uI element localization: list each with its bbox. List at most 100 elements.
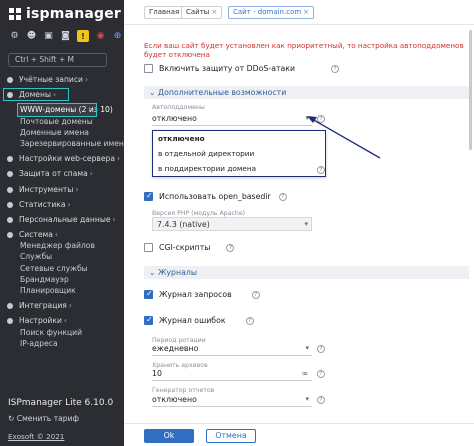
ispmanager-logo-icon	[8, 7, 22, 21]
cgi-row: CGI-скрипты ?	[144, 243, 235, 252]
function-search-input[interactable]: Ctrl + Shift + M	[8, 53, 107, 67]
autosub-select[interactable]: отключено ▾	[152, 112, 312, 126]
option-separate-dir[interactable]: в отдельной директории	[153, 146, 325, 161]
infinity-icon[interactable]: ∞	[302, 367, 309, 380]
sidebar-item-network-services[interactable]: Сетевые службы	[0, 263, 124, 274]
section-extra-features[interactable]: ⌄ Дополнительные возможности	[144, 86, 469, 99]
cgi-checkbox[interactable]	[144, 243, 153, 252]
sidebar-item-tools[interactable]: Инструменты ›	[0, 184, 124, 195]
language-icon[interactable]: ⊕	[112, 31, 123, 42]
brand-name: ispmanager	[26, 6, 122, 22]
notifications-icon[interactable]: !	[77, 30, 89, 42]
globe-icon	[7, 92, 13, 99]
chevron-down-icon: ⌄	[149, 88, 159, 97]
sidebar-item-webserver-settings[interactable]: Настройки web-сервера ›	[0, 153, 124, 164]
ok-button[interactable]: Ok	[144, 429, 194, 443]
sidebar-item-accounts[interactable]: Учётные записи ›	[0, 74, 124, 85]
autosub-dropdown: отключено в отдельной директории в подди…	[152, 130, 326, 177]
gear-icon	[7, 232, 13, 239]
sidebar-item-www-domains[interactable]: WWW-домены (2 из 10)	[17, 103, 113, 117]
autosub-label: Автоподдомены	[152, 104, 205, 111]
php-version-select: 7.4.3 (native) ▾	[152, 217, 312, 231]
sidebar-item-mail-domains[interactable]: Почтовые домены	[0, 116, 124, 127]
sidebar-item-personal-data[interactable]: Персональные данные ›	[0, 214, 124, 225]
breadcrumb: Главная Сайты × Сайт - domain.com ×	[124, 0, 474, 25]
sidebar-item-reserved-names[interactable]: Зарезервированные имена	[0, 138, 129, 149]
error-log-checkbox[interactable]	[144, 315, 153, 325]
sidebar-item-domains[interactable]: Домены ‹	[3, 88, 69, 102]
sliders-icon	[7, 318, 13, 325]
help-icon[interactable]: ?	[331, 64, 340, 73]
person-icon	[7, 216, 13, 223]
change-plan-link[interactable]: ↻ Сменить тариф	[8, 414, 79, 423]
sidebar-item-settings[interactable]: Настройки ‹	[0, 315, 124, 326]
ddos-row: Включить защиту от DDoS-атаки ?	[144, 64, 340, 73]
users-icon	[7, 77, 13, 83]
help-icon[interactable]: ?	[245, 316, 254, 325]
chevron-down-icon: ▾	[304, 220, 308, 228]
help-icon[interactable]: ?	[317, 166, 325, 174]
open-basedir-checkbox[interactable]	[144, 191, 153, 201]
access-log-checkbox[interactable]	[144, 289, 153, 299]
ddos-checkbox[interactable]	[144, 64, 153, 73]
access-log-row: Журнал запросов ?	[144, 289, 260, 299]
ddos-label: Включить защиту от DDoS-атаки	[159, 64, 296, 73]
wrench-icon	[7, 186, 13, 193]
tab-home[interactable]: Главная	[144, 6, 185, 19]
cgi-label: CGI-скрипты	[159, 243, 211, 252]
php-version-label: Версия PHP (модуль Apache)	[152, 210, 246, 217]
copyright-link[interactable]: Exosoft © 2021	[8, 432, 64, 441]
alert-icon[interactable]: ◉	[95, 31, 106, 42]
cancel-button[interactable]: Отмена	[206, 429, 256, 443]
sidebar-item-file-manager[interactable]: Менеджер файлов	[0, 240, 124, 251]
sidebar-item-domain-names[interactable]: Доменные имена	[0, 127, 124, 138]
tab-site-domain[interactable]: Сайт - domain.com ×	[228, 6, 315, 19]
sidebar-toolbar: ⚙ ☻ ▣ ◙ ! ◉ ⊕	[9, 30, 123, 42]
sidebar-item-spam[interactable]: Защита от спама ›	[0, 168, 124, 179]
rotation-select[interactable]: ежедневно ▾	[152, 342, 312, 356]
user-icon[interactable]: ☻	[26, 31, 37, 42]
error-log-label: Журнал ошибок	[159, 316, 226, 325]
chevron-down-icon: ⌄	[149, 268, 159, 277]
brand-logo[interactable]: ispmanager	[8, 6, 121, 22]
chevron-down-icon: ▾	[305, 344, 309, 352]
sidebar-item-firewall[interactable]: Брандмауэр	[0, 274, 124, 285]
section-logs[interactable]: ⌄ Журналы	[144, 266, 469, 279]
sidebar-item-ip-addresses[interactable]: IP-адреса	[0, 338, 124, 349]
close-icon[interactable]: ×	[211, 8, 217, 16]
sidebar-item-services[interactable]: Службы	[0, 251, 124, 262]
option-subdir[interactable]: в поддиректории домена	[153, 161, 325, 176]
form-actions: Ok Отмена	[124, 423, 474, 446]
network-icon[interactable]: ⚙	[9, 31, 20, 42]
close-icon[interactable]: ×	[303, 8, 309, 16]
refresh-icon: ↻	[8, 414, 17, 423]
briefcase-icon[interactable]: ▣	[43, 31, 54, 42]
sidebar-item-system[interactable]: Система ‹	[0, 229, 124, 240]
shield-icon	[7, 171, 13, 178]
chevron-down-icon: ▾	[305, 395, 309, 403]
archives-input[interactable]: 10 ∞	[152, 367, 312, 381]
help-icon[interactable]: ?	[317, 370, 325, 378]
sidebar-item-integration[interactable]: Интеграция ›	[0, 300, 124, 311]
open-basedir-label: Использовать open_basedir	[159, 192, 271, 201]
option-disabled[interactable]: отключено	[153, 131, 325, 146]
reports-select[interactable]: отключено ▾	[152, 393, 312, 407]
error-log-row: Журнал ошибок ?	[144, 315, 254, 325]
help-icon[interactable]: ?	[278, 192, 287, 201]
priority-notice: Если ваш сайт будет установлен как приор…	[144, 41, 464, 59]
main-panel: Главная Сайты × Сайт - domain.com × Если в…	[124, 0, 474, 446]
sidebar-item-scheduler[interactable]: Планировщик	[0, 285, 124, 296]
sidebar: ispmanager ⚙ ☻ ▣ ◙ ! ◉ ⊕ Ctrl + Shift + …	[0, 0, 129, 446]
version-label: ISPmanager Lite 6.10.0	[8, 398, 114, 408]
help-icon[interactable]: ?	[226, 243, 235, 252]
sidebar-item-statistics[interactable]: Статистика ›	[0, 199, 124, 210]
help-icon[interactable]: ?	[251, 290, 260, 299]
camera-icon[interactable]: ◙	[60, 31, 71, 42]
sidebar-item-function-search[interactable]: Поиск функций	[0, 327, 124, 338]
tab-sites[interactable]: Сайты ×	[181, 6, 223, 19]
help-icon[interactable]: ?	[317, 396, 325, 404]
scrollbar[interactable]	[469, 30, 472, 150]
open-basedir-row: Использовать open_basedir ?	[144, 191, 287, 201]
chart-icon	[7, 201, 13, 208]
help-icon[interactable]: ?	[317, 345, 325, 353]
